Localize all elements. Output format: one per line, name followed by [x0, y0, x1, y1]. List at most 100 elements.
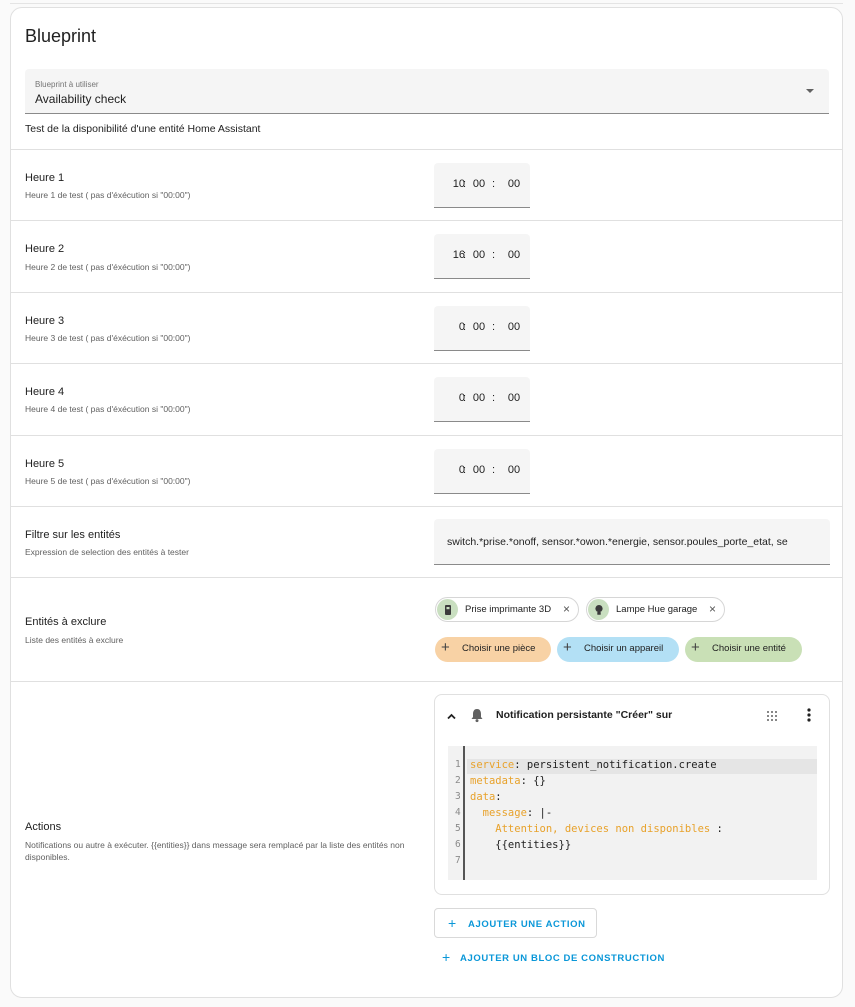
yaml-key: service — [470, 759, 515, 771]
minutes-value[interactable]: 00 — [471, 249, 487, 261]
top-divider — [10, 3, 843, 4]
blueprint-card: Blueprint Blueprint à utiliser Availabil… — [10, 7, 843, 998]
time-separator: : — [492, 392, 496, 404]
seconds-value[interactable]: 00 — [503, 178, 525, 190]
divider — [11, 681, 842, 682]
add-building-block-label: AJOUTER UN BLOC DE CONSTRUCTION — [460, 953, 665, 964]
add-building-block-button[interactable]: + AJOUTER UN BLOC DE CONSTRUCTION — [442, 948, 702, 968]
seconds-value[interactable]: 00 — [503, 321, 525, 333]
heure-2-time-input[interactable]: 16 : 00 : 00 — [434, 234, 530, 279]
time-separator: : — [492, 178, 496, 190]
yaml-key: message — [470, 807, 527, 819]
add-action-button[interactable]: + AJOUTER UNE ACTION — [434, 908, 597, 938]
heure-5-title: Heure 5 — [25, 458, 65, 470]
choose-area-button[interactable]: + Choisir une pièce — [435, 637, 551, 662]
heure-3-title: Heure 3 — [25, 315, 65, 327]
close-icon[interactable]: × — [563, 602, 570, 616]
heure-5-time-input[interactable]: 0 : 00 : 00 — [434, 449, 530, 494]
divider — [11, 435, 842, 436]
divider — [11, 577, 842, 578]
plus-icon: + — [441, 639, 450, 656]
filter-description: Expression de selection des entités à te… — [25, 547, 189, 557]
bell-icon — [469, 707, 485, 728]
time-separator: : — [492, 464, 496, 476]
add-action-label: AJOUTER UNE ACTION — [468, 919, 586, 930]
filter-input[interactable]: switch.*prise.*onoff, sensor.*owon.*ener… — [434, 519, 830, 565]
line-number: 5 — [455, 823, 461, 834]
yaml-string: Attention, devices non disponibles — [470, 823, 717, 835]
yaml-key: data — [470, 791, 496, 803]
yaml-key: metadata — [470, 775, 521, 787]
heure-3-time-input[interactable]: 0 : 00 : 00 — [434, 306, 530, 351]
heure-2-title: Heure 2 — [25, 243, 65, 255]
yaml-editor[interactable]: 1 2 3 4 5 6 7 service: persistent_notifi… — [448, 746, 817, 880]
line-number: 7 — [455, 855, 461, 866]
choose-device-button[interactable]: + Choisir un appareil — [557, 637, 679, 662]
minutes-value[interactable]: 00 — [471, 178, 487, 190]
hours-value[interactable]: 0 — [434, 464, 465, 476]
bulb-icon — [588, 599, 609, 620]
yaml-value: : — [495, 791, 502, 803]
blueprint-select[interactable]: Blueprint à utiliser Availability check — [25, 69, 829, 114]
plus-icon: + — [691, 639, 700, 656]
heure-4-time-input[interactable]: 0 : 00 : 00 — [434, 377, 530, 422]
minutes-value[interactable]: 00 — [471, 321, 487, 333]
line-number: 4 — [455, 807, 461, 818]
chevron-up-icon[interactable] — [446, 709, 457, 727]
seconds-value[interactable]: 00 — [503, 464, 525, 476]
choose-entity-button[interactable]: + Choisir une entité — [685, 637, 802, 662]
dropdown-arrow-icon[interactable] — [806, 89, 814, 93]
actions-title: Actions — [25, 821, 62, 833]
heure-3-description: Heure 3 de test ( pas d'éxécution si "00… — [25, 333, 191, 343]
line-number: 2 — [455, 775, 461, 786]
more-vertical-icon[interactable] — [807, 708, 811, 727]
time-separator: : — [463, 392, 467, 404]
hours-value[interactable]: 0 — [434, 392, 465, 404]
divider — [11, 220, 842, 221]
code-line: message: |- — [470, 807, 553, 819]
heure-2-description: Heure 2 de test ( pas d'éxécution si "00… — [25, 262, 191, 272]
minutes-value[interactable]: 00 — [471, 392, 487, 404]
heure-1-time-input[interactable]: 10 : 00 : 00 — [434, 163, 530, 208]
drag-handle-icon[interactable] — [766, 709, 778, 727]
plug-icon — [437, 599, 458, 620]
plus-icon: + — [563, 639, 572, 656]
divider — [11, 149, 842, 150]
time-separator: : — [463, 321, 467, 333]
line-number: 6 — [455, 839, 461, 850]
plus-icon: + — [448, 915, 457, 931]
hours-value[interactable]: 16 — [434, 249, 465, 261]
close-icon[interactable]: × — [709, 602, 716, 616]
heure-5-description: Heure 5 de test ( pas d'éxécution si "00… — [25, 476, 191, 486]
yaml-value: : |- — [526, 807, 553, 819]
entity-chip[interactable]: Lampe Hue garage × — [586, 597, 725, 622]
yaml-value: : persistent_notification.create — [514, 759, 717, 771]
code-line: service: persistent_notification.create — [470, 759, 717, 771]
blueprint-description: Test de la disponibilité d'une entité Ho… — [25, 123, 261, 135]
line-number: 1 — [455, 759, 461, 770]
hours-value[interactable]: 10 — [434, 178, 465, 190]
code-line: Attention, devices non disponibles : — [470, 823, 723, 835]
line-number: 3 — [455, 791, 461, 802]
time-separator: : — [492, 321, 496, 333]
heure-4-description: Heure 4 de test ( pas d'éxécution si "00… — [25, 404, 191, 414]
blueprint-select-label: Blueprint à utiliser — [35, 80, 99, 89]
time-separator: : — [463, 464, 467, 476]
entity-chip[interactable]: Prise imprimante 3D × — [435, 597, 579, 622]
code-line: metadata: {} — [470, 775, 546, 787]
exclude-description: Liste des entités à exclure — [25, 635, 124, 645]
hours-value[interactable]: 0 — [434, 321, 465, 333]
choose-device-label: Choisir un appareil — [584, 643, 664, 654]
entity-chip-label: Prise imprimante 3D — [465, 604, 552, 615]
plus-icon: + — [442, 949, 451, 965]
code-line: {{entities}} — [470, 839, 571, 851]
action-card: Notification persistante "Créer" sur 1 2… — [434, 694, 830, 895]
exclude-title: Entités à exclure — [25, 616, 107, 628]
action-card-title: Notification persistante "Créer" sur — [496, 709, 673, 721]
heure-4-title: Heure 4 — [25, 386, 65, 398]
seconds-value[interactable]: 00 — [503, 249, 525, 261]
seconds-value[interactable]: 00 — [503, 392, 525, 404]
minutes-value[interactable]: 00 — [471, 464, 487, 476]
filter-title: Filtre sur les entités — [25, 529, 121, 541]
divider — [11, 363, 842, 364]
